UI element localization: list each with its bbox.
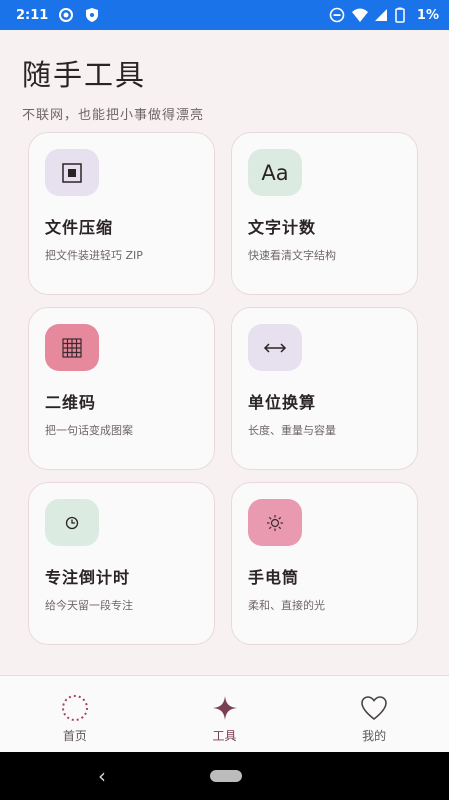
tool-card-title: 文字计数 xyxy=(248,218,317,237)
battery-percent: 1% xyxy=(416,7,439,23)
tool-card-desc: 把一句话变成图案 xyxy=(45,424,133,437)
system-nav-bar: ‹ xyxy=(0,752,449,800)
page-subtitle: 不联网，也能把小事做得漂亮 xyxy=(22,108,205,123)
tool-card-desc: 长度、重量与容量 xyxy=(248,424,336,437)
tool-card-focus-timer[interactable]: 专注倒计时 给今天留一段专注 xyxy=(28,482,215,645)
nav-item-tools[interactable]: 工具 xyxy=(150,676,300,752)
page-title: 随手工具 xyxy=(22,58,147,92)
nav-item-mine[interactable]: 我的 xyxy=(299,676,449,752)
tool-card-desc: 快速看清文字结构 xyxy=(248,249,336,262)
tool-card-title: 手电筒 xyxy=(248,568,300,587)
tool-card-title: 文件压缩 xyxy=(45,218,114,237)
text-icon: Aa xyxy=(248,149,302,196)
status-bar: 2:11 1% xyxy=(0,0,449,30)
tool-card-compress[interactable]: 文件压缩 把文件装进轻巧 ZIP xyxy=(28,132,215,295)
tool-card-title: 专注倒计时 xyxy=(45,568,131,587)
battery-icon xyxy=(395,7,411,23)
bottom-nav: 首页 工具 我的 xyxy=(0,675,449,752)
tool-card-unit-convert[interactable]: 单位换算 长度、重量与容量 xyxy=(231,307,418,470)
nav-label: 我的 xyxy=(362,729,387,743)
sun-icon xyxy=(248,499,302,546)
heart-icon xyxy=(360,694,388,722)
tool-grid: 文件压缩 把文件装进轻巧 ZIP Aa 文字计数 快速看清文字结构 二维码 把一… xyxy=(28,132,420,645)
tool-card-title: 二维码 xyxy=(45,393,97,412)
tool-card-flashlight[interactable]: 手电筒 柔和、直接的光 xyxy=(231,482,418,645)
header: 随手工具 不联网，也能把小事做得漂亮 xyxy=(22,52,204,123)
grid-icon xyxy=(45,324,99,371)
tool-card-desc: 柔和、直接的光 xyxy=(248,599,325,612)
arrows-icon xyxy=(248,324,302,371)
do-not-disturb-icon xyxy=(329,7,345,23)
nav-label: 首页 xyxy=(62,729,87,743)
text-icon-glyph: Aa xyxy=(261,160,289,185)
home-pill[interactable] xyxy=(210,770,242,782)
sparkle-icon xyxy=(211,694,239,722)
status-time: 2:11 xyxy=(16,7,49,23)
wifi-icon xyxy=(351,7,368,23)
tool-card-qrcode[interactable]: 二维码 把一句话变成图案 xyxy=(28,307,215,470)
back-chevron-icon[interactable]: ‹ xyxy=(90,764,114,788)
compress-icon xyxy=(45,149,99,196)
tool-card-title: 单位换算 xyxy=(248,393,317,412)
shield-icon xyxy=(84,7,100,23)
signal-icon xyxy=(373,7,389,23)
home-ring-icon xyxy=(61,694,89,722)
clock-icon xyxy=(45,499,99,546)
nav-label: 工具 xyxy=(212,729,237,743)
tool-card-desc: 把文件装进轻巧 ZIP xyxy=(45,249,143,262)
tool-card-text-count[interactable]: Aa 文字计数 快速看清文字结构 xyxy=(231,132,418,295)
tool-card-desc: 给今天留一段专注 xyxy=(45,599,133,612)
nav-item-home[interactable]: 首页 xyxy=(0,676,150,752)
record-icon xyxy=(58,7,74,23)
